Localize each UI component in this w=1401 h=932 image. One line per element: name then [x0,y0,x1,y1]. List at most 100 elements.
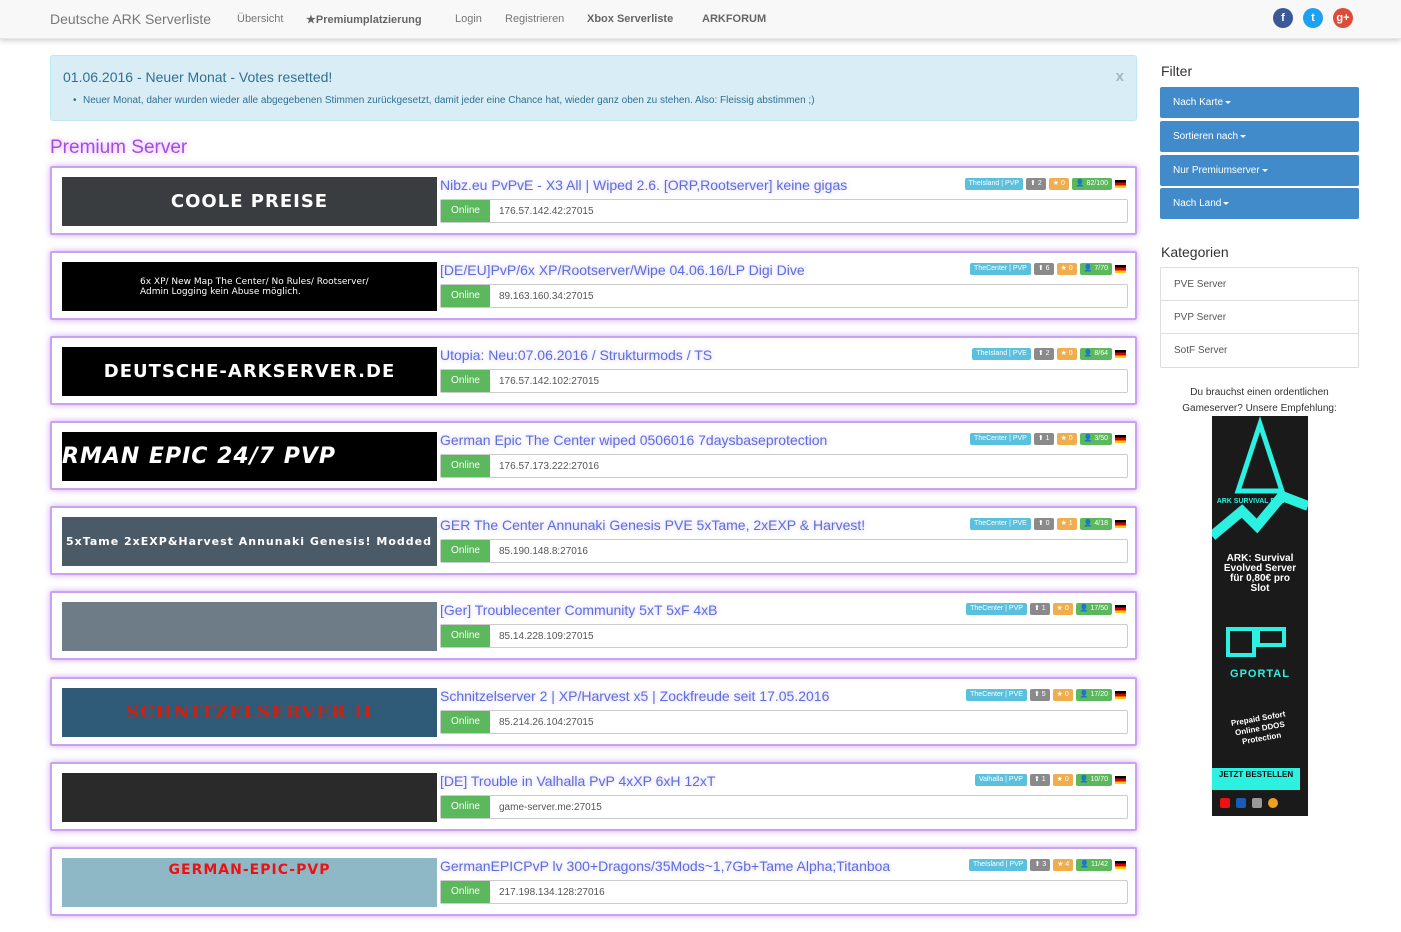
gportal-ad-banner[interactable]: ARK SURVIVAL EVOLVED ARK: Survival Evolv… [1212,416,1308,816]
server-title-link[interactable]: GermanEPICPvP lv 300+Dragons/35Mods~1,7G… [440,858,890,874]
players-badge: 👤 82/100 [1071,178,1112,190]
filter-map-dropdown[interactable]: Nach Karte [1160,87,1359,118]
server-title-link[interactable]: German Epic The Center wiped 0506016 7da… [440,432,827,448]
twitter-icon[interactable]: t [1303,8,1323,28]
server-title-link[interactable]: [DE] Trouble in Valhalla PvP 4xXP 6xH 12… [440,773,715,789]
server-card[interactable]: 6x XP/ New Map The Center/ No Rules/ Roo… [50,251,1137,320]
upvote-badge: ⬆ 6 [1033,263,1054,275]
category-pve[interactable]: PVE Server [1161,268,1358,301]
players-badge: 👤 4/18 [1079,518,1112,530]
paypal-icon [1236,798,1246,808]
server-card[interactable]: GERMAN-EPIC-PVP GermanEPICPvP lv 300+Dra… [50,847,1137,916]
map-badge: TheIsland | PVP [964,178,1024,190]
category-list: PVE Server PVP Server SotF Server [1160,267,1359,368]
server-badges: TheIsland | PVP ⬆ 2 ★ 0 👤 82/100 [964,178,1126,190]
server-ip-field[interactable]: Online 89.163.160.34:27015 [440,284,1128,308]
star-count: 0 [1064,691,1069,698]
payment-icon [1268,798,1278,808]
upvote-badge: ⬆ 2 [1033,348,1054,360]
server-title-link[interactable]: [DE/EU]PvP/6x XP/Rootserver/Wipe 04.06.1… [440,262,805,278]
upvote-count: 5 [1041,691,1046,698]
server-card[interactable]: [DE] Trouble in Valhalla PvP 4xXP 6xH 12… [50,762,1137,831]
server-card[interactable]: RMAN EPIC 24/7 PVP German Epic The Cente… [50,421,1137,490]
category-sotf[interactable]: SotF Server [1161,334,1358,367]
brand-link[interactable]: Deutsche ARK Serverliste [50,11,211,27]
server-banner[interactable]: RMAN EPIC 24/7 PVP [62,432,437,481]
server-title-link[interactable]: Nibz.eu PvPvE - X3 All | Wiped 2.6. [ORP… [440,177,847,193]
server-badges: TheCenter | PVP ⬆ 1 ★ 0 👤 3/50 [970,433,1126,445]
banner-text [62,773,437,822]
star-count: 0 [1068,350,1073,357]
google-plus-icon[interactable]: g+ [1333,8,1353,28]
ad-intro-text: Du brauchst einen ordentlichen Gameserve… [1182,387,1337,414]
player-count: 82/100 [1086,180,1108,187]
nav-arkforum[interactable]: ARKFORUM [702,13,766,25]
star-count: 0 [1068,435,1073,442]
category-pvp[interactable]: PVP Server [1161,301,1358,334]
server-title-link[interactable]: Utopia: Neu:07.06.2016 / Strukturmods / … [440,347,712,363]
server-ip-field[interactable]: Online game-server.me:27015 [440,795,1128,819]
order-now-button[interactable]: JETZT BESTELLEN [1212,768,1300,790]
server-ip-field[interactable]: Online 85.214.26.104:27015 [440,710,1128,734]
server-badges: TheCenter | PVP ⬆ 6 ★ 0 👤 7/70 [970,263,1126,275]
upvote-count: 1 [1041,605,1046,612]
server-banner[interactable]: DEUTSCHE-ARKSERVER.DE [62,347,437,396]
close-icon[interactable]: x [1116,68,1124,85]
ad-brand-top: ARK SURVIVAL EVOLVED [1216,498,1304,505]
star-badge: ★ 0 [1048,178,1069,190]
filter-label: Nur Premiumserver [1173,165,1260,176]
server-badges: TheIsland | PVP ⬆ 3 ★ 4 👤 11/42 [969,859,1126,871]
server-banner[interactable]: 6x XP/ New Map The Center/ No Rules/ Roo… [62,262,437,311]
filter-country-dropdown[interactable]: Nach Land [1160,188,1359,219]
ark-logo-icon [1212,416,1308,540]
germany-flag-icon [1115,776,1126,784]
server-ip-field[interactable]: Online 85.14.228.109:27015 [440,624,1128,648]
star-count: 1 [1068,520,1073,527]
server-banner[interactable]: COOLE PREISE [62,177,437,226]
server-card[interactable]: COOLE PREISE Nibz.eu PvPvE - X3 All | Wi… [50,166,1137,235]
top-navbar: Deutsche ARK Serverliste Übersicht ★Prem… [0,0,1401,39]
nav-overview[interactable]: Übersicht [237,13,283,25]
server-ip: 89.163.160.34:27015 [499,291,594,302]
server-banner[interactable] [62,773,437,822]
online-status-badge: Online [441,796,490,818]
player-count: 3/50 [1094,435,1108,442]
server-card[interactable]: 5xTame 2xEXP&Harvest Annunaki Genesis! M… [50,506,1137,575]
players-badge: 👤 7/70 [1079,263,1112,275]
server-banner[interactable]: GERMAN-EPIC-PVP [62,858,437,907]
filter-sort-dropdown[interactable]: Sortieren nach [1160,121,1359,152]
server-card[interactable]: [Ger] Troublecenter Community 5xT 5xF 4x… [50,591,1137,660]
server-title-link[interactable]: [Ger] Troublecenter Community 5xT 5xF 4x… [440,602,718,618]
server-ip-field[interactable]: Online 176.57.173.222:27016 [440,454,1128,478]
nav-premium[interactable]: ★Premiumplatzierung [306,13,422,26]
server-title-link[interactable]: GER The Center Annunaki Genesis PVE 5xTa… [440,517,865,533]
caret-down-icon [1225,100,1232,104]
nav-register[interactable]: Registrieren [505,13,564,25]
upvote-count: 6 [1045,265,1050,272]
online-status-badge: Online [441,200,490,222]
nav-login[interactable]: Login [455,13,482,25]
germany-flag-icon [1115,180,1126,188]
server-card[interactable]: DEUTSCHE-ARKSERVER.DE Utopia: Neu:07.06.… [50,336,1137,405]
payment-icon [1220,798,1230,808]
server-ip-field[interactable]: Online 176.57.142.42:27015 [440,199,1128,223]
online-status-badge: Online [441,881,490,903]
server-ip-field[interactable]: Online 85.190.148.8:27016 [440,539,1128,563]
banner-text: COOLE PREISE [170,191,329,212]
star-count: 0 [1061,180,1065,187]
online-status-badge: Online [441,455,490,477]
server-banner[interactable]: 5xTame 2xEXP&Harvest Annunaki Genesis! M… [62,517,437,566]
server-card[interactable]: SCHNITZELSERVER II Schnitzelserver 2 | X… [50,677,1137,746]
online-status-badge: Online [441,540,490,562]
facebook-icon[interactable]: f [1273,8,1293,28]
map-badge: TheCenter | PVE [966,689,1027,701]
server-banner[interactable] [62,602,437,651]
map-badge: TheCenter | PVP [970,263,1031,275]
ad-provider: GPORTAL [1230,668,1290,680]
server-title-link[interactable]: Schnitzelserver 2 | XP/Harvest x5 | Zock… [440,688,829,704]
server-banner[interactable]: SCHNITZELSERVER II [62,688,437,737]
filter-premium-dropdown[interactable]: Nur Premiumserver [1160,155,1359,186]
server-ip-field[interactable]: Online 176.57.142.102:27015 [440,369,1128,393]
nav-xbox[interactable]: Xbox Serverliste [587,13,673,25]
server-ip-field[interactable]: Online 217.198.134.128:27016 [440,880,1128,904]
